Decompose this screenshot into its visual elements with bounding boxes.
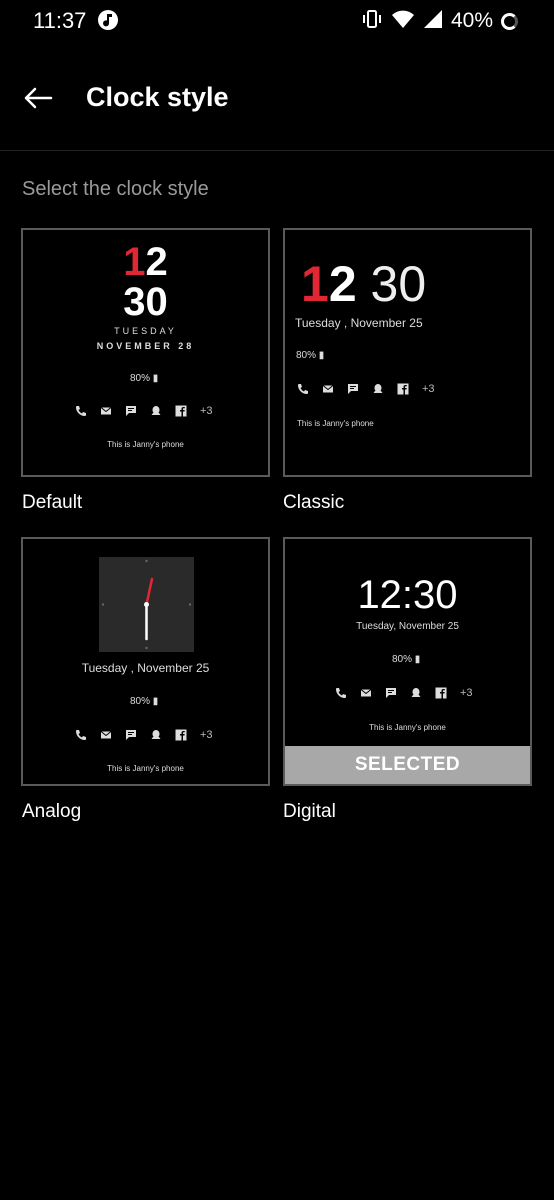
app-bar: Clock style	[0, 60, 554, 138]
qq-icon	[151, 406, 161, 415]
classic-minutes: 30	[370, 256, 427, 312]
default-phone-text: This is Janny's phone	[107, 440, 184, 449]
digital-notification-icons: +3	[335, 687, 473, 699]
status-time: 11:37	[33, 8, 87, 33]
vibrate-icon	[361, 8, 383, 35]
classic-notification-icons: +3	[297, 383, 435, 395]
facebook-icon	[397, 383, 409, 395]
qq-icon	[373, 384, 383, 393]
facebook-icon	[175, 405, 187, 417]
cell-signal-icon	[423, 9, 443, 34]
default-hours: 12	[23, 242, 268, 282]
mail-icon	[100, 407, 112, 415]
phone-icon	[76, 406, 86, 416]
divider	[0, 150, 554, 151]
message-icon	[126, 406, 136, 416]
clock-style-digital-card[interactable]: 12:30 Tuesday, November 25 80% ▮ +3 This…	[283, 537, 532, 786]
analog-notification-icons: +3	[75, 729, 213, 741]
classic-phone-text: This is Janny's phone	[297, 419, 374, 428]
battery-percent: 40%	[450, 9, 493, 32]
message-icon	[126, 730, 136, 740]
analog-phone-text: This is Janny's phone	[107, 764, 184, 773]
classic-hour-red: 1	[301, 256, 329, 312]
qq-icon	[411, 688, 421, 697]
default-battery: 80% ▮	[130, 373, 159, 384]
digital-battery: 80% ▮	[392, 654, 421, 665]
digital-more-count: +3	[460, 687, 473, 699]
back-arrow-icon	[24, 87, 53, 109]
classic-date: Tuesday , November 25	[295, 316, 423, 330]
analog-clock-hands	[101, 559, 192, 650]
default-minutes: 30	[123, 280, 168, 324]
clock-style-classic-card[interactable]: 12 30 Tuesday , November 25 80% ▮ +3 Thi…	[283, 228, 532, 477]
section-label: Select the clock style	[22, 178, 209, 200]
default-date: NOVEMBER 28	[96, 341, 195, 351]
status-icons: 40%	[361, 8, 518, 34]
digital-date: Tuesday, November 25	[356, 621, 459, 632]
status-bar: 11:37 40%	[0, 0, 554, 44]
selected-badge: SELECTED	[285, 746, 530, 784]
analog-battery-text: 80%	[130, 696, 151, 707]
clock-style-label-digital: Digital	[283, 801, 336, 822]
digital-phone-text: This is Janny's phone	[369, 723, 446, 732]
default-battery-text: 80%	[130, 373, 151, 384]
clock-style-label-analog: Analog	[22, 801, 82, 822]
mail-icon	[100, 731, 112, 739]
clock-style-label-classic: Classic	[283, 492, 345, 513]
wifi-icon	[391, 9, 415, 34]
analog-date: Tuesday , November 25	[81, 661, 210, 675]
default-day: TUESDAY	[114, 326, 177, 336]
default-notification-icons: +3	[75, 405, 213, 417]
default-hour-red: 1	[123, 240, 146, 284]
phone-icon	[76, 730, 86, 740]
analog-clock-face	[99, 557, 194, 652]
classic-battery-text: 80%	[296, 350, 317, 361]
phone-icon	[336, 688, 346, 698]
back-button[interactable]	[18, 78, 58, 118]
classic-more-count: +3	[422, 383, 435, 395]
battery-icon	[501, 12, 518, 30]
music-note-icon	[98, 10, 118, 30]
mail-icon	[322, 385, 334, 393]
clock-style-analog-card[interactable]: Tuesday , November 25 80% ▮ +3 This is J…	[21, 537, 270, 786]
facebook-icon	[175, 729, 187, 741]
phone-icon	[298, 384, 308, 394]
digital-battery-text: 80%	[392, 654, 413, 665]
default-more-count: +3	[200, 405, 213, 417]
mail-icon	[360, 689, 372, 697]
facebook-icon	[435, 687, 447, 699]
analog-more-count: +3	[200, 729, 213, 741]
analog-battery: 80% ▮	[130, 696, 159, 707]
message-icon	[348, 384, 358, 394]
default-hour-white: 2	[145, 240, 168, 284]
digital-time: 12:30	[357, 573, 458, 617]
page-title: Clock style	[86, 82, 229, 112]
qq-icon	[151, 730, 161, 739]
message-icon	[386, 688, 396, 698]
classic-hour-white: 2	[328, 256, 357, 312]
classic-time: 12 30	[301, 256, 426, 312]
classic-battery: 80% ▮	[296, 350, 325, 361]
clock-style-default-card[interactable]: 12 30 TUESDAY NOVEMBER 28 80% ▮ +3 This …	[21, 228, 270, 477]
clock-style-label-default: Default	[22, 492, 83, 513]
